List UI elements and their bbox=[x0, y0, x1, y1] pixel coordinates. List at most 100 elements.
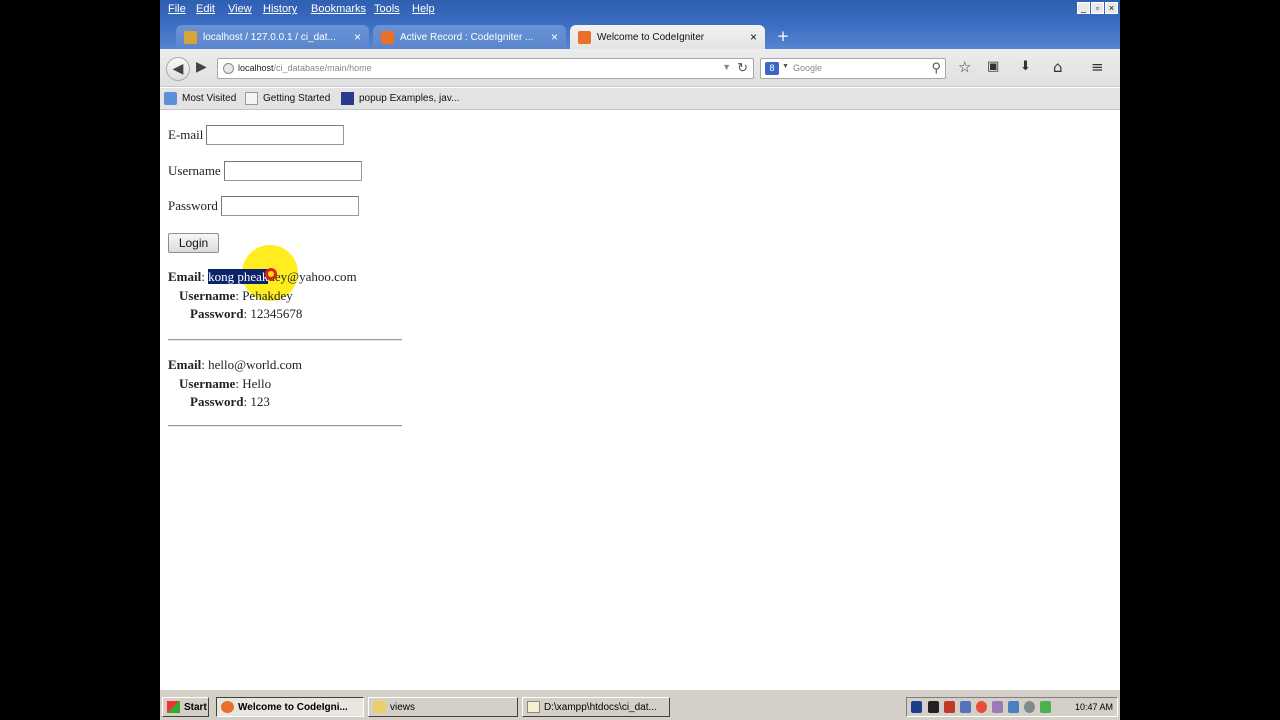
site-identity-icon bbox=[223, 63, 234, 74]
login-button[interactable]: Login bbox=[168, 233, 219, 253]
bookmark-star-icon[interactable]: ☆ bbox=[958, 58, 971, 76]
bookmark-popup-examples[interactable]: popup Examples, jav... bbox=[341, 92, 459, 105]
forward-arrow-icon: ▶ bbox=[196, 59, 207, 75]
tab-welcome[interactable]: Welcome to CodeIgniter × bbox=[570, 25, 765, 49]
forward-button[interactable]: ▶ bbox=[196, 59, 207, 75]
antivirus-tray-icon[interactable] bbox=[976, 701, 987, 713]
codeigniter-favicon-icon bbox=[578, 30, 591, 44]
record-divider bbox=[168, 425, 402, 427]
device-tray-icon[interactable] bbox=[928, 701, 939, 713]
search-placeholder: Google bbox=[793, 63, 823, 73]
record-divider bbox=[168, 339, 402, 341]
taskbar-item-label: Welcome to CodeIgni... bbox=[238, 701, 348, 713]
navigation-bar: ◀ ▶ localhost/ci_database/main/home ▼ ↻ … bbox=[160, 49, 1120, 87]
firefox-icon bbox=[221, 701, 234, 713]
record-email-label: Email bbox=[168, 269, 202, 284]
record-email-label: Email bbox=[168, 357, 202, 372]
system-tray: 10:47 AM bbox=[906, 697, 1118, 717]
menu-file[interactable]: File bbox=[168, 3, 186, 15]
bookmarks-toolbar: Most Visited Getting Started popup Examp… bbox=[160, 88, 1120, 110]
password-input[interactable] bbox=[220, 196, 359, 216]
record-username-value: Pehakdey bbox=[242, 288, 293, 303]
phpmyadmin-favicon-icon bbox=[184, 30, 197, 44]
bookmark-label: Most Visited bbox=[182, 93, 237, 104]
bookmark-most-visited[interactable]: Most Visited bbox=[164, 92, 236, 105]
update-tray-icon[interactable] bbox=[1040, 701, 1051, 713]
network-tray-icon[interactable] bbox=[960, 701, 971, 713]
record-username-label: Username bbox=[179, 376, 236, 391]
username-input[interactable] bbox=[223, 161, 362, 181]
record-email-value[interactable]: dey@yahoo.com bbox=[268, 269, 356, 284]
history-dropdown-icon[interactable]: ▼ bbox=[722, 62, 731, 72]
engine-dropdown-icon[interactable]: ▼ bbox=[782, 63, 789, 70]
taskbar-item-views[interactable]: views bbox=[368, 697, 518, 717]
taskbar-item-editor[interactable]: D:\xampp\htdocs\ci_dat... bbox=[522, 697, 670, 717]
start-label: Start bbox=[184, 701, 207, 713]
back-button[interactable]: ◀ bbox=[166, 57, 190, 81]
downloads-icon[interactable]: ⬇ bbox=[1020, 59, 1031, 74]
page-icon bbox=[245, 92, 258, 105]
start-button[interactable]: Start bbox=[162, 697, 209, 717]
record-username-line: Username: Pehakdey bbox=[179, 288, 293, 303]
record-password-label: Password bbox=[190, 394, 244, 409]
reload-icon[interactable]: ↻ bbox=[737, 60, 748, 76]
email-input[interactable] bbox=[206, 125, 345, 145]
menu-bookmarks[interactable]: Bookmarks bbox=[311, 3, 366, 15]
language-tray-icon[interactable] bbox=[911, 701, 922, 713]
url-bar[interactable]: localhost/ci_database/main/home ▼ ↻ bbox=[217, 58, 754, 79]
record-email-value[interactable]: hello@world.com bbox=[208, 357, 302, 372]
tab-active-record[interactable]: Active Record : CodeIgniter ... × bbox=[373, 25, 566, 49]
folder-icon bbox=[373, 701, 386, 713]
bookmark-getting-started[interactable]: Getting Started bbox=[245, 92, 330, 105]
record-username-line: Username: Hello bbox=[179, 376, 272, 391]
search-icon[interactable]: ⚲ bbox=[931, 60, 941, 76]
tab-bar: localhost / 127.0.0.1 / ci_dat... × Acti… bbox=[160, 22, 1120, 49]
record-password-value: 123 bbox=[250, 394, 270, 409]
minimize-button[interactable]: _ bbox=[1077, 2, 1090, 14]
tab-close-icon[interactable]: × bbox=[551, 30, 558, 44]
most-visited-icon bbox=[164, 92, 177, 105]
url-host: localhost bbox=[238, 63, 274, 73]
home-icon[interactable]: ⌂ bbox=[1053, 58, 1063, 76]
record-password-line: Password: 12345678 bbox=[190, 306, 303, 321]
url-text: localhost/ci_database/main/home bbox=[238, 63, 372, 73]
page-content: E-mail Username Password Login Email: ko… bbox=[160, 111, 1120, 689]
selected-email-text[interactable]: kong pheak bbox=[208, 269, 269, 284]
tab-phpmyadmin[interactable]: localhost / 127.0.0.1 / ci_dat... × bbox=[176, 25, 369, 49]
new-tab-button[interactable]: + bbox=[774, 27, 792, 45]
menu-edit[interactable]: Edit bbox=[196, 3, 215, 15]
record-username-label: Username bbox=[179, 288, 236, 303]
record-password-line: Password: 123 bbox=[190, 394, 270, 409]
java-tray-icon[interactable] bbox=[944, 701, 955, 713]
tab-label: localhost / 127.0.0.1 / ci_dat... bbox=[203, 31, 336, 43]
menu-help[interactable]: Help bbox=[412, 3, 435, 15]
email-label: E-mail bbox=[168, 127, 204, 142]
menu-icon[interactable]: ≡ bbox=[1091, 58, 1104, 76]
taskbar: Start Welcome to CodeIgni... views D:\xa… bbox=[160, 689, 1120, 720]
menu-bar: File Edit View History Bookmarks Tools H… bbox=[160, 0, 1120, 22]
settings-tray-icon[interactable] bbox=[1024, 701, 1035, 713]
search-bar[interactable]: 8 ▼ Google ⚲ bbox=[760, 58, 946, 79]
tab-close-icon[interactable]: × bbox=[354, 30, 361, 44]
tab-close-icon[interactable]: × bbox=[750, 30, 757, 44]
menu-history[interactable]: History bbox=[263, 3, 297, 15]
screen: File Edit View History Bookmarks Tools H… bbox=[160, 0, 1120, 720]
password-row: Password bbox=[168, 196, 359, 216]
menu-tools[interactable]: Tools bbox=[374, 3, 400, 15]
bookmark-label: Getting Started bbox=[263, 93, 331, 104]
tool-tray-icon[interactable] bbox=[992, 701, 1003, 713]
display-tray-icon[interactable] bbox=[1008, 701, 1019, 713]
codeigniter-favicon-icon bbox=[381, 30, 394, 44]
close-window-button[interactable]: × bbox=[1105, 2, 1118, 14]
bookmarks-menu-icon[interactable]: ▣ bbox=[987, 59, 999, 74]
tab-label: Welcome to CodeIgniter bbox=[597, 31, 705, 43]
username-row: Username bbox=[168, 161, 362, 181]
taskbar-item-firefox[interactable]: Welcome to CodeIgni... bbox=[216, 697, 364, 717]
menu-view[interactable]: View bbox=[228, 3, 252, 15]
email-row: E-mail bbox=[168, 125, 345, 145]
restore-button[interactable]: ▫ bbox=[1091, 2, 1104, 14]
mouse-cursor-icon bbox=[265, 268, 277, 280]
url-path: /ci_database/main/home bbox=[273, 63, 372, 73]
bookmark-label: popup Examples, jav... bbox=[359, 93, 460, 104]
google-engine-icon[interactable]: 8 bbox=[765, 62, 779, 75]
